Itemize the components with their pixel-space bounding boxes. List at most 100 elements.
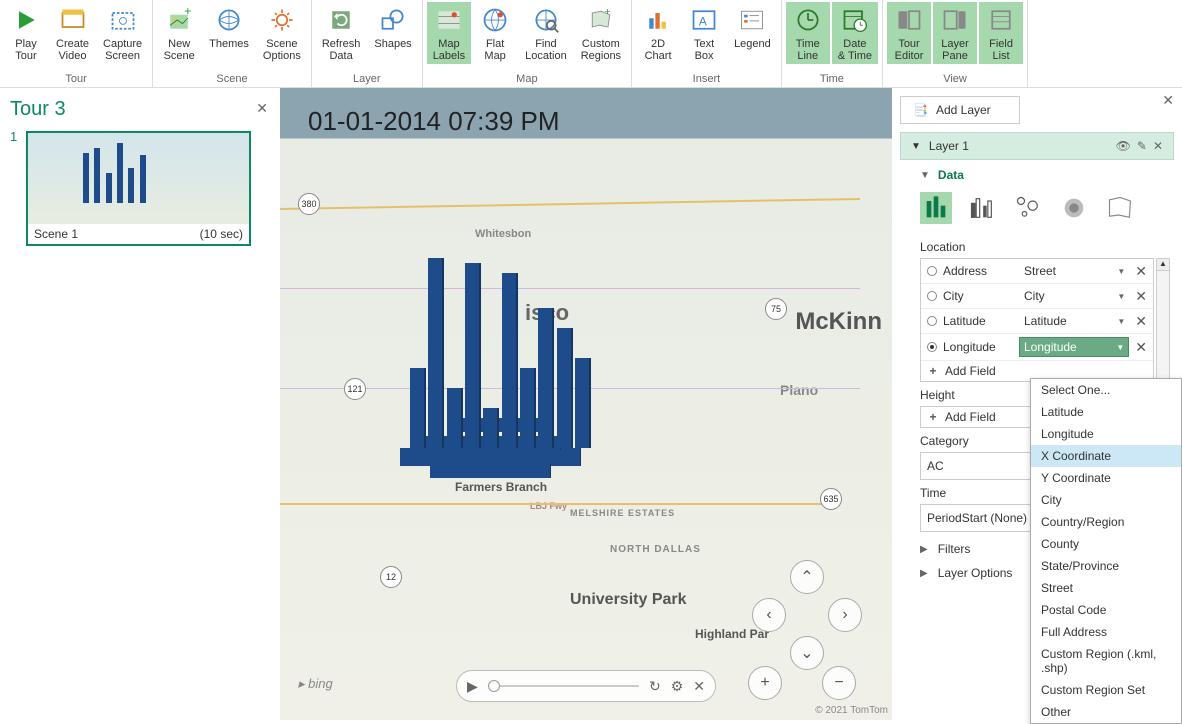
viz-clustered-column-button[interactable] [966,192,998,224]
field-type-dropdown[interactable]: Street▼ [1019,262,1129,280]
viz-stacked-column-button[interactable] [920,192,952,224]
field-name-label: City [943,289,1013,303]
remove-field-button[interactable]: ✕ [1135,263,1147,280]
ribbon-label: CustomRegions [581,38,621,62]
loop-button[interactable]: ↻ [649,678,661,695]
ribbon-label: NewScene [164,38,195,62]
map-view[interactable]: 01-01-2014 07:39 PM McKinn University Pa… [280,88,892,720]
svg-text:A: A [699,14,708,28]
remove-field-button[interactable]: ✕ [1135,339,1147,356]
field-type-dropdown[interactable]: City▼ [1019,287,1129,305]
dropdown-item[interactable]: Custom Region Set [1031,679,1181,701]
refresh-data-button[interactable]: RefreshData [316,2,367,64]
scene-thumbnail[interactable]: Scene 1 (10 sec) [26,131,251,246]
data-section-header[interactable]: ▼ Data [900,160,1174,186]
bing-logo: ▸ bing [298,676,333,692]
zoom-out-button[interactable]: − [822,666,856,700]
ribbon-label: Date& Time [838,38,872,62]
visibility-icon[interactable]: 👁 [1116,139,1131,153]
themes-button[interactable]: Themes [203,2,255,64]
ribbon-label: PlayTour [15,38,36,62]
layer-pane-button[interactable]: LayerPane [933,2,977,64]
ribbon-group-scene: +NewSceneThemesSceneOptionsScene [153,0,312,87]
dropdown-item[interactable]: Custom Region (.kml, .shp) [1031,643,1181,679]
play-tour-button[interactable]: PlayTour [4,2,48,64]
radio-button[interactable] [927,316,937,326]
dropdown-item[interactable]: Full Address [1031,621,1181,643]
field-name-label: Longitude [943,340,1013,354]
playback-slider[interactable] [488,685,639,687]
create-video-button[interactable]: CreateVideo [50,2,95,64]
remove-field-button[interactable]: ✕ [1135,288,1147,305]
scrollbar[interactable]: ▲ [1156,258,1170,382]
zoom-in-button[interactable]: + [748,666,782,700]
layer-header[interactable]: ▼ Layer 1 👁 ✎ ✕ [900,132,1174,160]
custom-regions-button[interactable]: +CustomRegions [575,2,627,64]
layer-pane-close-button[interactable]: ✕ [1162,92,1174,109]
radio-button[interactable] [927,291,937,301]
location-field-row: LatitudeLatitude▼✕ [921,309,1153,334]
viz-region-button[interactable] [1104,192,1136,224]
dropdown-item[interactable]: Y Coordinate [1031,467,1181,489]
field-type-dropdown[interactable]: Longitude▼ [1019,337,1129,357]
tour-close-button[interactable]: ✕ [256,100,268,117]
2d-chart-button[interactable]: 2DChart [636,2,680,64]
delete-layer-icon[interactable]: ✕ [1153,139,1163,153]
ribbon-group-map: MapLabelsFlatMap FindLocation +CustomRegio… [423,0,632,87]
dropdown-item[interactable]: County [1031,533,1181,555]
play-button[interactable]: ▶ [467,678,478,695]
ribbon-label: CaptureScreen [103,38,142,62]
scene-name: Scene 1 [34,227,78,241]
flat-map-button[interactable]: FlatMap [473,2,517,64]
radio-button[interactable] [927,342,937,352]
field-name-label: Address [943,264,1013,278]
dropdown-item[interactable]: Latitude [1031,401,1181,423]
find-location-button[interactable]: FindLocation [519,2,573,64]
legend-icon [736,4,768,36]
dropdown-item[interactable]: Country/Region [1031,511,1181,533]
dropdown-item[interactable]: X Coordinate [1031,445,1181,467]
ribbon-label: FindLocation [525,38,567,62]
date-time-button[interactable]: Date& Time [832,2,878,64]
road-shield-icon: 121 [344,378,366,400]
settings-button[interactable]: ⚙ [671,678,684,695]
chevron-right-icon: ▶ [920,544,928,555]
tilt-up-button[interactable]: ⌃ [790,560,824,594]
tilt-down-button[interactable]: ⌄ [790,636,824,670]
shapes-button[interactable]: Shapes [368,2,417,64]
field-type-dropdown[interactable]: Latitude▼ [1019,312,1129,330]
new-scene-button[interactable]: + NewScene [157,2,201,64]
field-list-button[interactable]: FieldList [979,2,1023,64]
road-shield-icon: 75 [765,298,787,320]
dropdown-item[interactable]: Longitude [1031,423,1181,445]
time-line-icon [792,4,824,36]
map-labels-button[interactable]: MapLabels [427,2,471,64]
scene-duration: (10 sec) [200,227,243,241]
close-playback-button[interactable]: ✕ [693,678,705,695]
location-field-row: Longitude Longitude▼ ✕ [921,334,1153,361]
dropdown-item[interactable]: City [1031,489,1181,511]
rotate-right-button[interactable]: › [828,598,862,632]
dropdown-item[interactable]: Street [1031,577,1181,599]
find-location-icon [530,4,562,36]
svg-text:+: + [184,6,191,18]
dropdown-item[interactable]: State/Province [1031,555,1181,577]
rotate-left-button[interactable]: ‹ [752,598,786,632]
edit-icon[interactable]: ✎ [1137,139,1147,153]
dropdown-item[interactable]: Select One... [1031,379,1181,401]
legend-button[interactable]: Legend [728,2,777,64]
text-box-button[interactable]: ATextBox [682,2,726,64]
refresh-data-icon [325,4,357,36]
remove-field-button[interactable]: ✕ [1135,313,1147,330]
ribbon-label: Shapes [374,38,411,50]
scene-options-button[interactable]: SceneOptions [257,2,307,64]
add-layer-button[interactable]: 📑 Add Layer [900,96,1020,124]
viz-bubble-button[interactable] [1012,192,1044,224]
viz-heatmap-button[interactable] [1058,192,1090,224]
geography-type-dropdown[interactable]: Select One...LatitudeLongitudeX Coordina… [1030,378,1182,724]
dropdown-item[interactable]: Postal Code [1031,599,1181,621]
time-line-button[interactable]: TimeLine [786,2,830,64]
radio-button[interactable] [927,266,937,276]
capture-screen-button[interactable]: CaptureScreen [97,2,148,64]
tour-editor-button[interactable]: TourEditor [887,2,931,64]
